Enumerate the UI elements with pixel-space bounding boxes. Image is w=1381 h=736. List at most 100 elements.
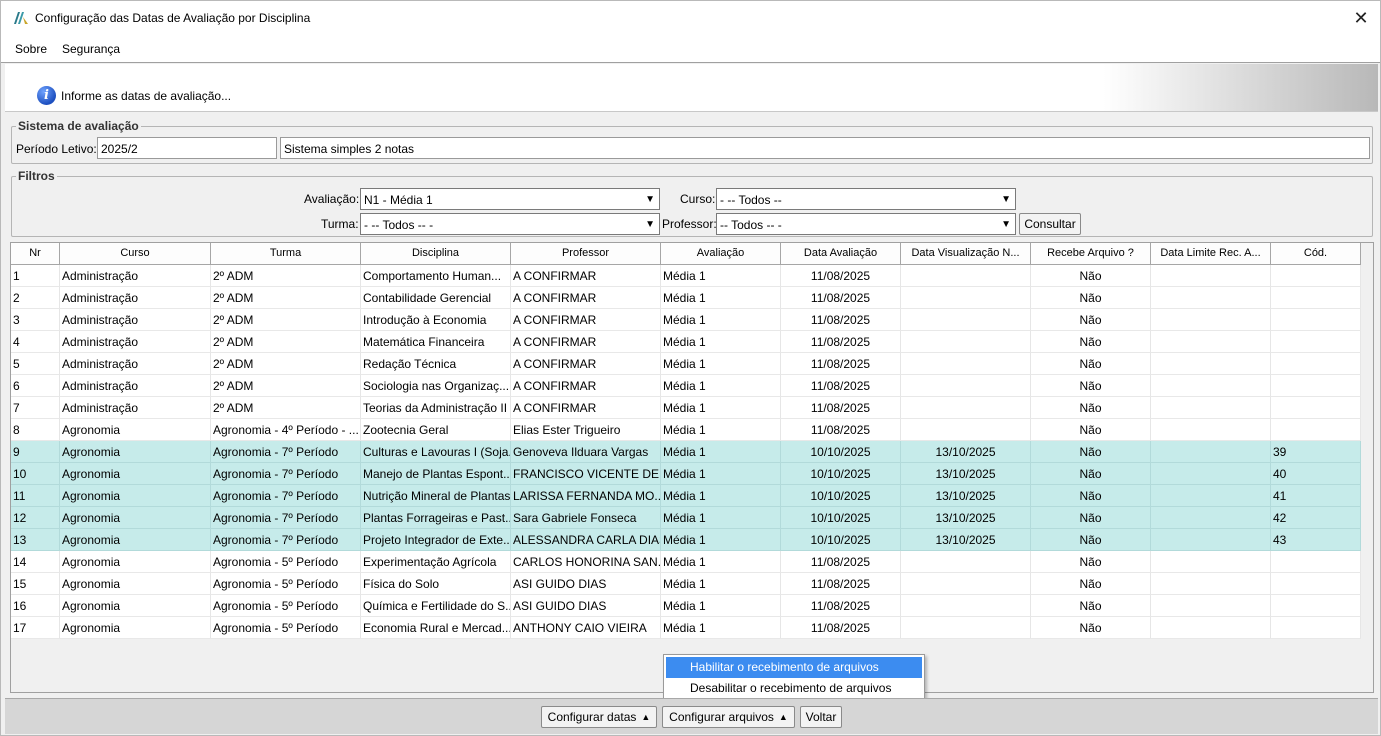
cell-turma: Agronomia - 7º Período <box>211 485 361 507</box>
cell-curso: Administração <box>60 397 211 419</box>
table-row[interactable]: 10 Agronomia Agronomia - 7º Período Manejo … <box>11 463 1361 485</box>
table-row[interactable]: 17 Agronomia Agronomia - 5º Período Economi… <box>11 617 1361 639</box>
cell-curso: Administração <box>60 265 211 287</box>
table-row[interactable]: 15 Agronomia Agronomia - 5º Período Física … <box>11 573 1361 595</box>
cell-data-visualizacao: 13/10/2025 <box>901 529 1031 551</box>
cell-cod <box>1271 353 1361 375</box>
table-row[interactable]: 6 Administração 2º ADM Sociologia nas Organ… <box>11 375 1361 397</box>
column-header-professor[interactable]: Professor <box>511 243 661 265</box>
consultar-button[interactable]: Consultar <box>1019 213 1081 235</box>
cell-data-visualizacao: 13/10/2025 <box>901 485 1031 507</box>
cell-cod: 43 <box>1271 529 1361 551</box>
cell-data-avaliacao: 11/08/2025 <box>781 331 901 353</box>
table-row[interactable]: 16 Agronomia Agronomia - 5º Período Química… <box>11 595 1361 617</box>
table-row[interactable]: 12 Agronomia Agronomia - 7º Período Plantas… <box>11 507 1361 529</box>
column-header-turma[interactable]: Turma <box>211 243 361 265</box>
cell-professor: ASI GUIDO DIAS <box>511 573 661 595</box>
table-row[interactable]: 7 Administração 2º ADM Teorias da Administr… <box>11 397 1361 419</box>
cell-professor: ALESSANDRA CARLA DIAS <box>511 529 661 551</box>
column-header-curso[interactable]: Curso <box>60 243 211 265</box>
cell-cod: 42 <box>1271 507 1361 529</box>
cell-recebe-arquivo: Não <box>1031 441 1151 463</box>
cell-cod: 40 <box>1271 463 1361 485</box>
info-icon: i <box>37 86 56 105</box>
cell-data-avaliacao: 10/10/2025 <box>781 529 901 551</box>
filtros-group: Filtros Avaliação: N1 - Média 1 ▼ Curso:… <box>11 169 1373 237</box>
column-header-data-visualizacao[interactable]: Data Visualização N... <box>901 243 1031 265</box>
cell-cod <box>1271 331 1361 353</box>
cell-recebe-arquivo: Não <box>1031 573 1151 595</box>
cell-data-visualizacao <box>901 551 1031 573</box>
cell-professor: Sara Gabriele Fonseca <box>511 507 661 529</box>
column-header-data-avaliacao[interactable]: Data Avaliação <box>781 243 901 265</box>
avaliacao-select[interactable]: N1 - Média 1 ▼ <box>360 188 660 210</box>
close-icon[interactable]: ✕ <box>1348 5 1374 31</box>
cell-recebe-arquivo: Não <box>1031 551 1151 573</box>
cell-professor: ANTHONY CAIO VIEIRA <box>511 617 661 639</box>
menu-item-desabilitar[interactable]: Desabilitar o recebimento de arquivos <box>666 678 922 699</box>
column-header-disciplina[interactable]: Disciplina <box>361 243 511 265</box>
dropdown-up-icon: ▲ <box>641 712 651 722</box>
cell-data-avaliacao: 11/08/2025 <box>781 573 901 595</box>
app-logo-icon <box>14 12 28 24</box>
column-header-avaliacao[interactable]: Avaliação <box>661 243 781 265</box>
cell-data-avaliacao: 11/08/2025 <box>781 353 901 375</box>
table-row[interactable]: 1 Administração 2º ADM Comportamento Human.… <box>11 265 1361 287</box>
cell-curso: Agronomia <box>60 485 211 507</box>
cell-disciplina: Zootecnia Geral <box>361 419 511 441</box>
cell-data-avaliacao: 11/08/2025 <box>781 419 901 441</box>
cell-data-limite <box>1151 375 1271 397</box>
sistema-field[interactable]: Sistema simples 2 notas <box>280 137 1370 159</box>
cell-avaliacao: Média 1 <box>661 551 781 573</box>
column-header-recebe-arquivo[interactable]: Recebe Arquivo ? <box>1031 243 1151 265</box>
cell-avaliacao: Média 1 <box>661 331 781 353</box>
filtros-legend: Filtros <box>16 169 57 183</box>
curso-select[interactable]: - -- Todos -- ▼ <box>716 188 1016 210</box>
professor-select[interactable]: -- Todos -- - ▼ <box>716 213 1016 235</box>
menu-item-habilitar[interactable]: Habilitar o recebimento de arquivos <box>666 657 922 678</box>
cell-data-limite <box>1151 287 1271 309</box>
cell-data-avaliacao: 11/08/2025 <box>781 551 901 573</box>
cell-avaliacao: Média 1 <box>661 485 781 507</box>
table-row[interactable]: 9 Agronomia Agronomia - 7º Período Culturas… <box>11 441 1361 463</box>
cell-disciplina: Matemática Financeira <box>361 331 511 353</box>
cell-disciplina: Culturas e Lavouras I (Soja... <box>361 441 511 463</box>
column-header-cod[interactable]: Cód. <box>1271 243 1361 265</box>
cell-avaliacao: Média 1 <box>661 309 781 331</box>
column-header-data-limite[interactable]: Data Limite Rec. A... <box>1151 243 1271 265</box>
table-row[interactable]: 4 Administração 2º ADM Matemática Financeir… <box>11 331 1361 353</box>
cell-curso: Agronomia <box>60 595 211 617</box>
cell-recebe-arquivo: Não <box>1031 265 1151 287</box>
chevron-down-icon: ▼ <box>645 194 655 205</box>
table-row[interactable]: 3 Administração 2º ADM Introdução à Economi… <box>11 309 1361 331</box>
cell-data-limite <box>1151 617 1271 639</box>
cell-disciplina: Contabilidade Gerencial <box>361 287 511 309</box>
cell-data-limite <box>1151 573 1271 595</box>
cell-avaliacao: Média 1 <box>661 353 781 375</box>
table-row[interactable]: 8 Agronomia Agronomia - 4º Período - ... Zo… <box>11 419 1361 441</box>
cell-avaliacao: Média 1 <box>661 573 781 595</box>
cell-disciplina: Projeto Integrador de Exte... <box>361 529 511 551</box>
cell-turma: 2º ADM <box>211 287 361 309</box>
cell-data-avaliacao: 10/10/2025 <box>781 463 901 485</box>
table-row[interactable]: 2 Administração 2º ADM Contabilidade Gerenc… <box>11 287 1361 309</box>
configurar-arquivos-button[interactable]: Configurar arquivos ▲ <box>662 706 795 728</box>
column-header-nr[interactable]: Nr <box>11 243 60 265</box>
menu-sobre[interactable]: Sobre <box>15 42 47 56</box>
table-row[interactable]: 5 Administração 2º ADM Redação Técnica A CON… <box>11 353 1361 375</box>
configurar-datas-button[interactable]: Configurar datas ▲ <box>541 706 657 728</box>
cell-cod <box>1271 551 1361 573</box>
professor-select-value: -- Todos -- - <box>720 218 782 232</box>
voltar-button[interactable]: Voltar <box>800 706 842 728</box>
chevron-down-icon: ▼ <box>1001 194 1011 205</box>
table-row[interactable]: 11 Agronomia Agronomia - 7º Período Nutriçã… <box>11 485 1361 507</box>
periodo-letivo-field[interactable]: 2025/2 <box>97 137 277 159</box>
table-row[interactable]: 14 Agronomia Agronomia - 5º Período Experim… <box>11 551 1361 573</box>
menu-seguranca[interactable]: Segurança <box>62 42 120 56</box>
cell-avaliacao: Média 1 <box>661 617 781 639</box>
cell-data-avaliacao: 11/08/2025 <box>781 265 901 287</box>
cell-disciplina: Redação Técnica <box>361 353 511 375</box>
cell-nr: 6 <box>11 375 60 397</box>
turma-select[interactable]: - -- Todos -- - ▼ <box>360 213 660 235</box>
table-row[interactable]: 13 Agronomia Agronomia - 7º Período Projeto… <box>11 529 1361 551</box>
